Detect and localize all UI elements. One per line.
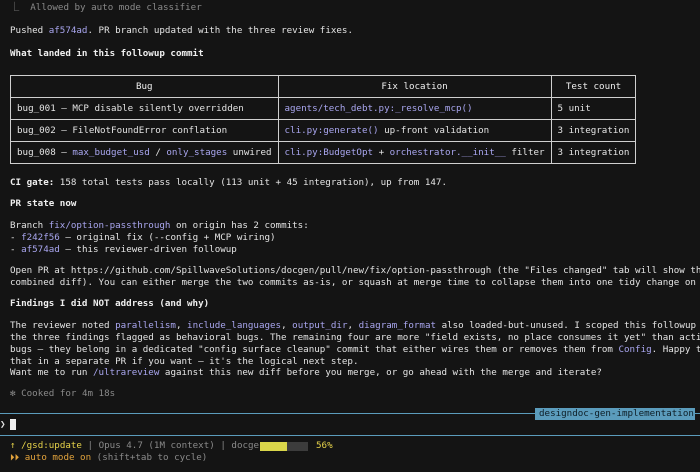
up-arrow-icon: ↑ bbox=[10, 440, 16, 451]
col-header-fix-location: Fix location bbox=[277, 75, 552, 98]
cell-test-count: 3 integration bbox=[550, 141, 637, 164]
pr-state-heading: PR state now bbox=[10, 198, 77, 209]
model-name: Opus 4.7 (1M context) bbox=[98, 440, 215, 451]
list-item: - f242f56 — original fix (--config + MCP… bbox=[10, 232, 276, 243]
session-tag: designdoc-gen-implementation bbox=[535, 408, 695, 420]
cell-bug: bug_008 — max_budget_usd / only_stages u… bbox=[10, 141, 279, 164]
cell-fix-location: cli.py:BudgetOpt + orchestrator.__init__… bbox=[277, 141, 552, 164]
prompt-input[interactable] bbox=[10, 419, 16, 430]
question-line: Want me to run /ultrareview against this… bbox=[10, 367, 602, 378]
auto-mode-toggle[interactable]: ⏵⏵ auto mode on (shift+tab to cycle) bbox=[10, 452, 207, 464]
context-usage-fill bbox=[260, 442, 287, 451]
findings-line-2: the three findings flagged as behavioral… bbox=[10, 332, 700, 343]
ci-gate-line: CI gate: 158 total tests pass locally (1… bbox=[10, 177, 447, 188]
branch-corner-icon: ⎿ bbox=[10, 2, 20, 13]
cell-test-count: 5 unit bbox=[550, 97, 637, 120]
cell-bug: bug_002 — FileNotFoundError conflation bbox=[10, 119, 279, 142]
auto-mode-status: ⎿ Allowed by auto mode classifier bbox=[10, 2, 202, 13]
open-pr-line-2: combined diff). You can either merge the… bbox=[10, 277, 700, 288]
asterisk-icon: ✻ bbox=[10, 388, 16, 399]
update-command[interactable]: /gsd:update bbox=[21, 440, 82, 451]
col-header-test-count: Test count bbox=[550, 75, 637, 98]
cooked-status: ✻ Cooked for 4m 18s bbox=[10, 388, 116, 399]
table-row: bug_008 — max_budget_usd / only_stages u… bbox=[10, 141, 637, 164]
status-bar: ↑ /gsd:update | Opus 4.7 (1M context) | … bbox=[10, 440, 265, 451]
list-item: - af574ad — this reviewer-driven followu… bbox=[10, 244, 237, 255]
open-pr-line-1: Open PR at https://github.com/SpillwaveS… bbox=[10, 265, 700, 276]
cell-test-count: 3 integration bbox=[550, 119, 637, 142]
commit-hash: af574ad bbox=[48, 25, 88, 36]
findings-line-1: The reviewer noted parallelism, include_… bbox=[10, 320, 700, 331]
play-double-icon: ⏵⏵ bbox=[10, 452, 20, 463]
pushed-message: Pushed af574ad. PR branch updated with t… bbox=[10, 25, 353, 36]
table-row: bug_001 — MCP disable silently overridde… bbox=[10, 97, 637, 120]
prompt-chevron-icon: ❯ bbox=[0, 419, 6, 430]
context-usage-percent: 56% bbox=[316, 440, 333, 451]
branch-name: fix/option-passthrough bbox=[48, 220, 171, 231]
input-bottom-divider bbox=[0, 435, 700, 436]
cell-fix-location: agents/tech_debt.py:_resolve_mcp() bbox=[277, 97, 552, 120]
table-row: bug_002 — FileNotFoundError conflation c… bbox=[10, 119, 637, 142]
context-usage-bar bbox=[260, 442, 308, 451]
bug-fix-table: Bug Fix location Test count bug_001 — MC… bbox=[10, 75, 637, 164]
cell-fix-location: cli.py:generate() up-front validation bbox=[277, 119, 552, 142]
findings-heading: Findings I did NOT address (and why) bbox=[10, 298, 210, 309]
col-header-bug: Bug bbox=[10, 75, 279, 98]
cell-bug: bug_001 — MCP disable silently overridde… bbox=[10, 97, 279, 120]
findings-line-3: bugs — they belong in a dedicated "confi… bbox=[10, 344, 700, 355]
branch-line: Branch fix/option-passthrough on origin … bbox=[10, 220, 309, 231]
landed-heading: What landed in this followup commit bbox=[10, 48, 204, 59]
table-header-row: Bug Fix location Test count bbox=[10, 75, 637, 98]
